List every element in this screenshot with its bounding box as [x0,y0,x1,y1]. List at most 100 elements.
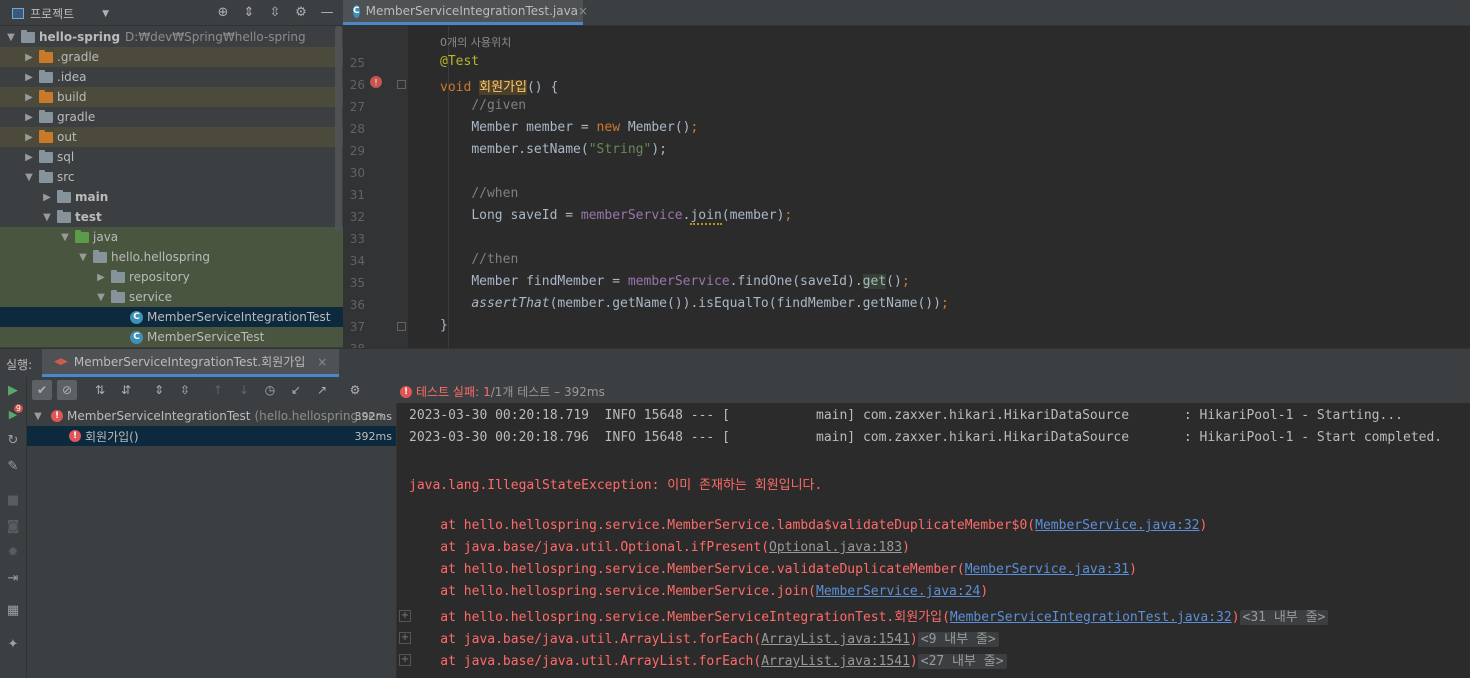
usages-hint[interactable]: 0개의 사용위치 [440,34,511,50]
line-number: 32 [349,210,365,224]
tab-member-service-integration-test[interactable]: C MemberServiceIntegrationTest.java × [343,0,588,25]
chevron-down-icon[interactable]: ▼ [58,232,72,243]
chevron-down-icon[interactable]: ▼ [94,292,108,303]
tree-item-label: src [57,170,75,184]
tree-item-hello-hellospring[interactable]: ▼ hello.hellospring [0,247,343,267]
project-scrollbar[interactable] [335,26,342,231]
chevron-right-icon[interactable]: ▶ [22,152,36,163]
layout-icon[interactable]: ▦ [4,601,22,619]
gear-icon[interactable]: ⚙ [345,380,365,400]
collapse-all-icon[interactable]: ⇳ [265,3,285,22]
source-link[interactable]: MemberService.java:31 [965,562,1129,577]
source-link[interactable]: ArrayList.java:1541 [761,632,910,647]
minimize-icon[interactable]: — [317,3,337,22]
camera-icon[interactable]: ◙ [4,517,22,535]
chevron-down-icon[interactable]: ▼ [76,252,90,263]
chevron-down-icon[interactable]: ▼ [31,411,45,422]
test-duration: 392ms [354,429,392,443]
fold-icon[interactable] [397,80,406,89]
import-tests-icon[interactable]: ↙ [286,380,306,400]
chevron-down-icon[interactable]: ▼ [22,172,36,183]
tree-item-build[interactable]: ▶ build [0,87,343,107]
tree-item-hello-spring[interactable]: ▼ hello-spring D:₩dev₩Spring₩hello-sprin… [0,27,343,47]
expand-all-icon[interactable]: ⇕ [149,380,169,400]
wrench-icon[interactable]: ✎ [4,457,22,475]
tree-item-idea[interactable]: ▶ .idea [0,67,343,87]
export-tests-icon[interactable]: ↗ [312,380,332,400]
code-line-36: assertThat(member.getName()).isEqualTo(f… [440,296,948,311]
chevron-right-icon[interactable]: ▶ [22,112,36,123]
folded-lines-badge[interactable]: <31 내부 줄> [1239,610,1329,625]
error-icon: ! [400,385,412,398]
tree-item-label: service [129,290,172,304]
tree-item-service[interactable]: ▼ service [0,287,343,307]
tree-item-repository[interactable]: ▶ repository [0,267,343,287]
collapse-all-icon[interactable]: ⇳ [175,380,195,400]
tree-item-label: hello-spring [39,30,121,44]
project-view-selector[interactable]: 프로젝트 ▼ [12,5,109,22]
chevron-right-icon[interactable]: ▶ [22,72,36,83]
sort-duration-icon[interactable]: ⇵ [116,380,136,400]
toggle-auto-test-icon[interactable]: ↻ [4,431,22,449]
chevron-right-icon[interactable]: ▶ [22,92,36,103]
chevron-down-icon[interactable]: ▼ [40,212,54,223]
code-text: (member.getName()).isEqualTo(findMember.… [549,296,941,311]
chevron-right-icon[interactable]: ▶ [94,272,108,283]
show-ignored-icon[interactable]: ⊘ [57,380,77,400]
string: "String" [588,142,652,157]
tree-item-main[interactable]: ▶ main [0,187,343,207]
chevron-right-icon[interactable]: ▶ [40,192,54,203]
static-method: assertThat [471,296,550,311]
tree-item-member-service-integration-test[interactable]: C MemberServiceIntegrationTest [0,307,343,327]
previous-failed-icon[interactable]: ↑ [208,380,228,400]
tree-item-gradle[interactable]: ▶ gradle [0,107,343,127]
fold-icon[interactable] [397,322,406,331]
source-link[interactable]: MemberService.java:24 [816,584,980,599]
semicolon: ; [784,208,793,223]
test-case-row[interactable]: ! 회원가입() 392ms [27,426,396,446]
rerun-failed-icon[interactable]: ▶ 9 [4,404,23,423]
tree-item-label: java [93,230,119,244]
tree-item-sql[interactable]: ▶ sql [0,147,343,167]
editor-gutter[interactable]: 25 26 27 28 29 30 31 32 33 34 35 36 37 3… [343,26,408,348]
folded-lines-badge[interactable]: <27 내부 줄> [917,654,1007,669]
stop-icon[interactable]: ■ [4,491,22,509]
test-suite-row[interactable]: ▼ ! MemberServiceIntegrationTest (hello.… [27,406,396,426]
run-tab[interactable]: ◀▶ MemberServiceIntegrationTest.회원가입 × [42,349,340,377]
pin-icon[interactable]: ✦ [4,635,22,653]
folded-lines-badge[interactable]: <9 내부 줄> [917,632,999,647]
show-passed-icon[interactable]: ✔ [32,380,52,400]
failed-count-badge: 9 [13,404,23,413]
console-output[interactable]: 2023-03-30 00:20:18.719 INFO 15648 --- [… [397,403,1470,678]
tree-item-label: repository [129,270,190,284]
semicolon: ; [690,120,699,135]
tree-item-member-service-test[interactable]: C MemberServiceTest [0,327,343,347]
debug-icon[interactable]: ✹ [4,543,22,561]
code-line-26: void 회원가입() { [440,76,558,95]
history-icon[interactable]: ◷ [260,380,280,400]
source-link[interactable]: MemberService.java:32 [1035,518,1199,533]
source-link[interactable]: Optional.java:183 [769,540,902,555]
code-editor[interactable]: C MemberServiceIntegrationTest.java × 25… [343,0,1470,348]
tree-item-src[interactable]: ▼ src [0,167,343,187]
sort-alpha-icon[interactable]: ⇅ [90,380,110,400]
run-test-failed-icon[interactable]: ! [370,76,382,88]
tree-item-java[interactable]: ▼ java [0,227,343,247]
locate-icon[interactable]: ⊕ [213,3,233,22]
source-link[interactable]: MemberServiceIntegrationTest.java:32 [950,610,1232,625]
chevron-right-icon[interactable]: ▶ [22,52,36,63]
chevron-right-icon[interactable]: ▶ [22,132,36,143]
expand-all-icon[interactable]: ⇕ [239,3,259,22]
gear-icon[interactable]: ⚙ [291,3,311,22]
tree-item-out[interactable]: ▶ out [0,127,343,147]
source-link[interactable]: ArrayList.java:1541 [761,654,910,669]
tree-item-test[interactable]: ▼ test [0,207,343,227]
tree-item-gradle-hidden[interactable]: ▶ .gradle [0,47,343,67]
rerun-icon[interactable]: ▶ [4,381,22,399]
chevron-down-icon[interactable]: ▼ [102,9,109,19]
next-failed-icon[interactable]: ↓ [234,380,254,400]
exit-icon[interactable]: ⇥ [4,569,22,587]
close-icon[interactable]: × [317,355,327,369]
chevron-down-icon[interactable]: ▼ [4,32,18,43]
close-icon[interactable]: × [578,4,588,18]
